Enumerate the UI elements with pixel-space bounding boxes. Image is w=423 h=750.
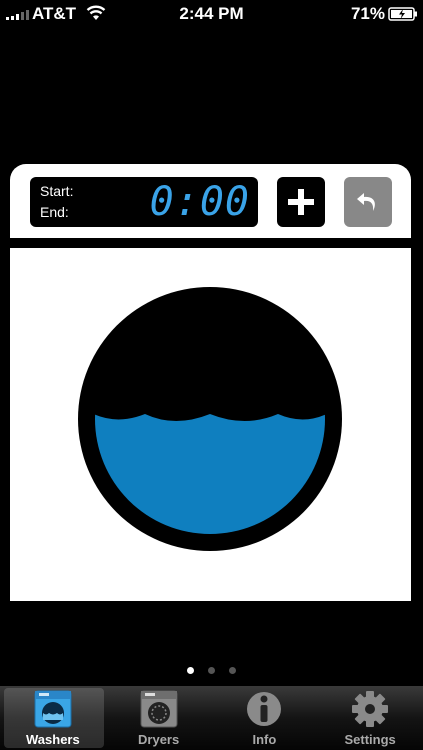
gear-icon — [352, 691, 389, 727]
page-dot[interactable] — [229, 667, 236, 674]
end-label: End: — [40, 204, 69, 220]
tab-bar: Washers Dryers Info Settings — [0, 686, 423, 750]
washer-icon — [34, 690, 72, 728]
tab-label: Info — [252, 732, 277, 747]
washer-panel[interactable] — [10, 248, 411, 601]
washer-drum-icon[interactable] — [10, 248, 411, 601]
tab-settings[interactable]: Settings — [317, 686, 423, 750]
plus-icon — [288, 189, 314, 215]
add-time-button[interactable] — [277, 177, 325, 227]
battery-icon — [388, 7, 417, 21]
timer-display: Start: End: 0:00 — [30, 177, 258, 227]
tab-washers[interactable]: Washers — [0, 686, 106, 750]
timer-panel: Start: End: 0:00 — [10, 164, 411, 238]
timer-value: 0:00 — [149, 179, 250, 225]
battery-percentage: 71% — [350, 4, 385, 23]
status-bar: AT&T 2:44 PM 71% — [0, 0, 423, 28]
tab-label: Dryers — [138, 732, 180, 747]
tab-info[interactable]: Info — [212, 686, 318, 750]
undo-button[interactable] — [344, 177, 392, 227]
tab-label: Washers — [26, 732, 80, 747]
undo-arrow-icon — [357, 193, 375, 211]
info-icon — [247, 692, 282, 726]
tab-label: Settings — [344, 732, 396, 747]
tab-dryers[interactable]: Dryers — [106, 686, 212, 750]
page-indicator[interactable] — [0, 667, 423, 674]
dryer-icon — [140, 690, 178, 728]
page-dot[interactable] — [208, 667, 215, 674]
start-label: Start: — [40, 183, 74, 199]
page-dot[interactable] — [187, 667, 194, 674]
